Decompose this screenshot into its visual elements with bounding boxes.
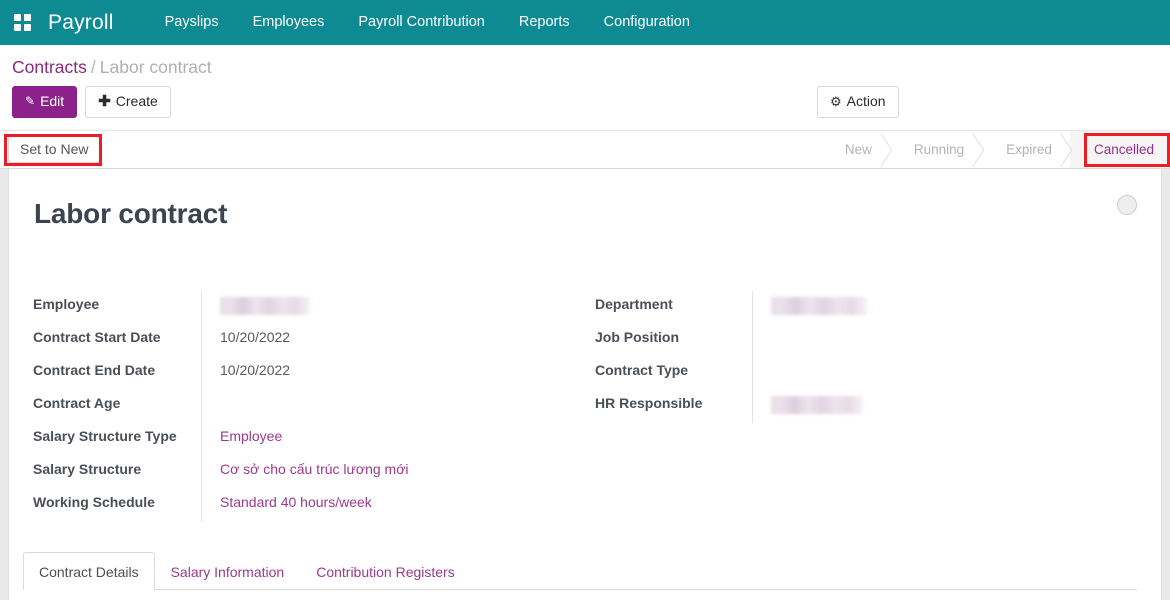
pencil-icon: ✎ <box>25 94 36 108</box>
field-hr-responsible-label: HR Responsible <box>595 395 703 411</box>
tab-contribution-registers[interactable]: Contribution Registers <box>300 552 471 590</box>
redacted-value <box>771 296 867 315</box>
field-working-schedule-value[interactable]: Standard 40 hours/week <box>201 489 585 522</box>
field-department: Department <box>595 291 1137 324</box>
status-stage-expired-label: Expired <box>1006 142 1052 157</box>
field-job-position-label: Job Position <box>595 329 679 345</box>
field-hr-responsible-value[interactable] <box>752 390 1137 423</box>
tab-salary-information[interactable]: Salary Information <box>155 552 301 590</box>
field-salary-structure-type-label: Salary Structure Type <box>33 428 177 444</box>
nav-item-configuration[interactable]: Configuration <box>587 0 707 45</box>
status-stage-cancelled[interactable]: Cancelled <box>1069 131 1170 168</box>
status-stage-running[interactable]: Running <box>889 131 983 168</box>
form-fields: Employee Contract Start Date 10/20/2022 … <box>33 291 1137 522</box>
nav-item-payroll-contribution[interactable]: Payroll Contribution <box>341 0 502 45</box>
action-button[interactable]: ⚙ Action <box>817 86 899 118</box>
form-sheet: Labor contract Employee Contract Start D… <box>8 169 1162 600</box>
field-employee-value[interactable] <box>201 291 585 324</box>
field-salary-structure: Salary Structure Cơ sở cho cấu trúc lươn… <box>33 456 585 489</box>
breadcrumb-parent-contracts[interactable]: Contracts <box>12 57 87 77</box>
field-salary-structure-label: Salary Structure <box>33 461 142 477</box>
status-stage-expired[interactable]: Expired <box>982 131 1070 168</box>
create-button[interactable]: ✚ Create <box>85 86 171 118</box>
set-to-new-button[interactable]: Set to New <box>8 136 101 163</box>
field-contract-end-date: Contract End Date 10/20/2022 <box>33 357 585 390</box>
field-contract-type-value[interactable] <box>752 357 1137 390</box>
field-contract-start-date-value[interactable]: 10/20/2022 <box>201 324 585 357</box>
status-bar-buttons: Set to New <box>0 131 101 168</box>
navbar-menu: Payslips Employees Payroll Contribution … <box>148 0 707 45</box>
apps-grid-icon[interactable] <box>14 13 32 32</box>
field-contract-start-date-label: Contract Start Date <box>33 329 161 345</box>
field-contract-age-label: Contract Age <box>33 395 121 411</box>
field-employee-label: Employee <box>33 296 100 312</box>
page-title: Labor contract <box>34 198 228 229</box>
nav-item-payslips[interactable]: Payslips <box>148 0 236 45</box>
field-department-label: Department <box>595 296 673 312</box>
field-working-schedule-label: Working Schedule <box>33 494 155 510</box>
breadcrumb-separator: / <box>90 57 96 77</box>
notebook-tabs: Contract Details Salary Information Cont… <box>23 552 1137 590</box>
redacted-value <box>220 296 310 315</box>
avatar-circle-icon[interactable] <box>1117 195 1137 215</box>
status-stage-running-label: Running <box>913 142 965 157</box>
status-stage-new[interactable]: New <box>820 131 890 168</box>
nav-item-employees[interactable]: Employees <box>236 0 342 45</box>
tab-contract-details[interactable]: Contract Details <box>23 552 155 590</box>
field-contract-type: Contract Type <box>595 357 1137 390</box>
field-job-position: Job Position <box>595 324 1137 357</box>
status-bar: Set to New New Running Expired Cancelled <box>0 131 1170 169</box>
field-contract-age: Contract Age <box>33 390 585 423</box>
create-button-label: Create <box>115 93 158 109</box>
field-contract-end-date-label: Contract End Date <box>33 362 156 378</box>
breadcrumb-current: Labor contract <box>99 57 212 77</box>
field-salary-structure-type: Salary Structure Type Employee <box>33 423 585 456</box>
field-contract-end-date-value[interactable]: 10/20/2022 <box>201 357 585 390</box>
nav-item-reports[interactable]: Reports <box>502 0 587 45</box>
plus-icon: ✚ <box>98 93 111 110</box>
field-job-position-value[interactable] <box>752 324 1137 357</box>
field-working-schedule: Working Schedule Standard 40 hours/week <box>33 489 585 522</box>
control-panel: Contracts / Labor contract ✎ Edit ✚ Create… <box>0 45 1170 131</box>
status-stage-new-label: New <box>844 142 872 157</box>
field-salary-structure-value[interactable]: Cơ sở cho cấu trúc lương mới <box>201 456 585 489</box>
edit-button-label: Edit <box>40 93 65 109</box>
top-navbar: Payroll Payslips Employees Payroll Contr… <box>0 0 1170 45</box>
page-body: Labor contract Employee Contract Start D… <box>0 169 1170 600</box>
field-contract-type-label: Contract Type <box>595 362 689 378</box>
app-brand-title[interactable]: Payroll <box>48 11 114 35</box>
toolbar: ✎ Edit ✚ Create ⚙ Action <box>12 86 1158 130</box>
redacted-value <box>771 395 863 414</box>
action-button-label: Action <box>846 93 886 109</box>
field-department-value[interactable] <box>752 291 1137 324</box>
field-hr-responsible: HR Responsible <box>595 390 1137 423</box>
field-employee: Employee <box>33 291 585 324</box>
gear-icon: ⚙ <box>830 94 842 109</box>
status-stage-cancelled-label: Cancelled <box>1093 142 1154 157</box>
status-pipeline: New Running Expired Cancelled <box>820 131 1170 168</box>
field-contract-age-value <box>201 390 585 423</box>
form-column-right: Department Job Position Contract Type HR… <box>585 291 1137 522</box>
breadcrumb: Contracts / Labor contract <box>12 45 1158 86</box>
field-contract-start-date: Contract Start Date 10/20/2022 <box>33 324 585 357</box>
edit-button[interactable]: ✎ Edit <box>12 86 78 118</box>
field-salary-structure-type-value[interactable]: Employee <box>201 423 585 456</box>
form-column-left: Employee Contract Start Date 10/20/2022 … <box>33 291 585 522</box>
